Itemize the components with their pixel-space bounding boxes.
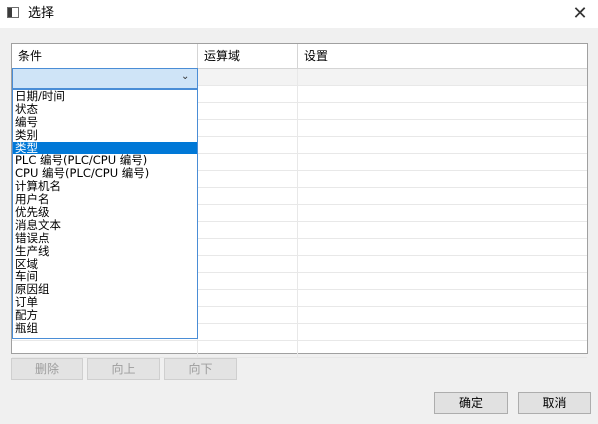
condition-dropdown-list: 日期/时间 状态 编号 类别 类型 PLC 编号(PLC/CPU 编号) CPU 编号(PL… [12,89,198,339]
dropdown-option[interactable]: 日期/时间 [13,90,197,103]
dropdown-option[interactable]: 错误点 [13,232,197,245]
table-cell[interactable] [298,137,587,153]
dropdown-option[interactable]: 优先级 [13,206,197,219]
chevron-down-icon[interactable]: ⌄ [181,72,191,82]
table-cell[interactable] [198,154,298,170]
table-cell[interactable] [198,103,298,119]
table-cell[interactable] [198,86,298,102]
title-bar: 选择 ✕ [0,0,598,28]
dropdown-option[interactable]: 配方 [13,309,197,322]
table-cell[interactable] [298,171,587,187]
table-cell[interactable] [198,188,298,204]
table-cell[interactable] [198,171,298,187]
dropdown-option[interactable]: 瓶组 [13,322,197,335]
table-cell[interactable] [198,324,298,340]
table-cell[interactable] [298,273,587,289]
table-cell[interactable] [298,69,587,85]
dropdown-option[interactable]: 生产线 [13,245,197,258]
delete-button[interactable]: 删除 [11,358,83,380]
table-cell[interactable] [298,154,587,170]
dropdown-option[interactable]: PLC 编号(PLC/CPU 编号) [13,154,197,167]
dropdown-option[interactable]: 计算机名 [13,180,197,193]
table-row[interactable] [12,341,587,358]
dropdown-option[interactable]: 车间 [13,270,197,283]
table-cell[interactable] [12,341,198,357]
table-cell[interactable] [298,307,587,323]
table-cell[interactable] [198,307,298,323]
dropdown-option[interactable]: 原因组 [13,283,197,296]
move-down-button[interactable]: 向下 [164,358,237,380]
table-cell[interactable] [298,205,587,221]
table-cell[interactable] [298,341,587,357]
table-cell[interactable] [298,239,587,255]
table-header: 条件 运算域 设置 [12,44,587,69]
table-cell[interactable] [298,256,587,272]
table-cell[interactable] [198,290,298,306]
dropdown-option[interactable]: 消息文本 [13,219,197,232]
table-cell[interactable] [198,120,298,136]
column-header-condition[interactable]: 条件 [12,44,198,68]
table-cell[interactable] [198,256,298,272]
dropdown-option[interactable]: CPU 编号(PLC/CPU 编号) [13,167,197,180]
move-up-button[interactable]: 向上 [87,358,160,380]
table-cell[interactable] [198,205,298,221]
table-cell[interactable] [198,239,298,255]
column-header-setting[interactable]: 设置 [298,44,587,68]
dropdown-option[interactable]: 类型 [13,141,197,155]
dropdown-option[interactable]: 编号 [13,116,197,129]
table-cell[interactable] [198,341,298,357]
table-cell[interactable] [198,137,298,153]
column-header-operand[interactable]: 运算域 [198,44,298,68]
cancel-button[interactable]: 取消 [518,392,591,414]
table-cell[interactable] [298,324,587,340]
close-button[interactable]: ✕ [562,0,598,28]
dropdown-option[interactable]: 类别 [13,129,197,142]
table-cell[interactable] [198,273,298,289]
condition-dropdown[interactable]: ⌄ [12,68,198,89]
table-cell[interactable] [298,120,587,136]
window-icon [7,7,19,18]
table-cell[interactable] [298,103,587,119]
table-cell[interactable] [298,188,587,204]
table-cell[interactable] [298,222,587,238]
dropdown-option[interactable]: 状态 [13,103,197,116]
table-cell[interactable] [198,69,298,85]
window-title: 选择 [28,6,55,21]
table-cell[interactable] [198,222,298,238]
dropdown-option[interactable]: 订单 [13,296,197,309]
dropdown-option[interactable]: 用户名 [13,193,197,206]
dropdown-option[interactable]: 区域 [13,258,197,271]
ok-button[interactable]: 确定 [434,392,508,414]
table-cell[interactable] [298,86,587,102]
table-cell[interactable] [298,290,587,306]
